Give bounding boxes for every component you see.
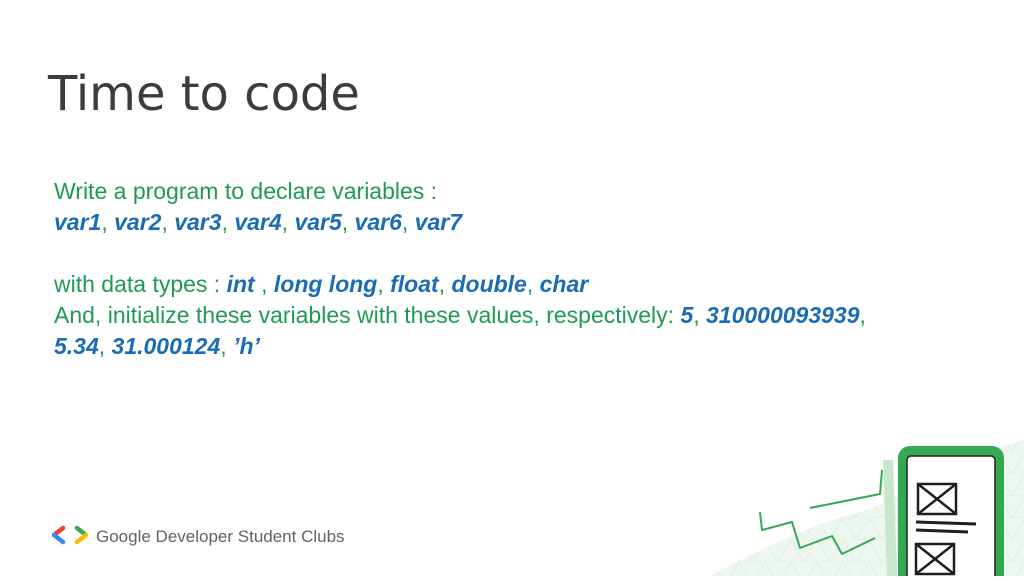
variable-name: var4 [234, 209, 282, 235]
data-type: float [390, 271, 439, 297]
types-prefix: with data types : [54, 271, 227, 297]
intro-line: Write a program to declare variables : [54, 176, 994, 207]
values-line: And, initialize these variables with the… [54, 302, 866, 328]
data-type: long long [273, 271, 378, 297]
intro-text: Write a program to declare variables : [54, 178, 438, 204]
slide-body: Write a program to declare variables : v… [54, 176, 994, 362]
values-line-continued: 5.34, 31.000124, ’h’ [54, 333, 260, 359]
variable-name: var3 [174, 209, 222, 235]
phone-app-illustration-icon [700, 430, 1024, 581]
data-type: double [451, 271, 527, 297]
footer-brand-text: Google Developer Student Clubs [96, 527, 345, 546]
variable-name: var6 [354, 209, 402, 235]
variables-line: var1, var2, var3, var4, var5, var6, var7 [54, 209, 462, 235]
init-value: 310000093939 [706, 302, 860, 328]
data-type: int [226, 271, 255, 297]
slide-title: Time to code [48, 66, 360, 122]
init-value: 31.000124 [111, 333, 221, 359]
gdsc-brackets-icon [51, 524, 89, 551]
data-type: char [539, 271, 589, 297]
values-prefix: And, initialize these variables with the… [54, 302, 681, 328]
variable-name: var5 [294, 209, 342, 235]
init-value: ’h’ [233, 333, 260, 359]
init-value: 5 [680, 302, 694, 328]
variable-name: var1 [54, 209, 102, 235]
variable-name: var2 [114, 209, 162, 235]
init-value: 5.34 [54, 333, 99, 359]
footer-brand: Google Developer Student Clubs [51, 524, 345, 551]
types-line: with data types : int , long long, float… [54, 271, 589, 297]
variable-name: var7 [414, 209, 462, 235]
